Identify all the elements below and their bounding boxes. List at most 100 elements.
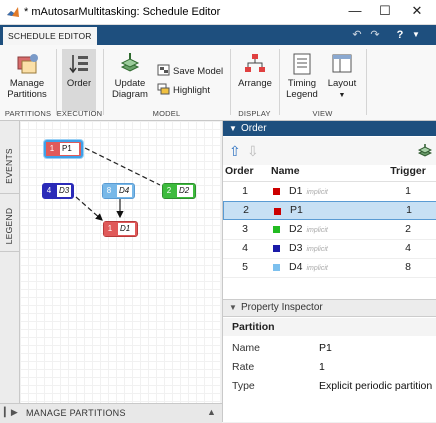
move-down-icon[interactable]: ⇩ <box>247 143 259 160</box>
rate-color-swatch <box>273 245 280 252</box>
rate-color-swatch <box>273 226 280 233</box>
arrange-icon <box>245 54 265 72</box>
rate-color-swatch <box>273 188 280 195</box>
property-inspector-header[interactable]: ▼ Property Inspector <box>223 299 436 317</box>
arrow-d2-p1 <box>84 147 161 186</box>
order-cell: 1 <box>242 185 248 197</box>
timing-legend-icon <box>293 53 311 75</box>
highlight-icon <box>157 83 170 95</box>
order-cell: 4 <box>242 242 248 254</box>
collapse-left-icon[interactable]: ▎▶ <box>4 407 18 418</box>
manage-partitions-icon <box>17 54 38 74</box>
order-panel-header[interactable]: ▼ Order <box>223 121 436 136</box>
save-model-button[interactable]: Save Model <box>157 64 223 78</box>
trigger-cell: 2 <box>405 223 411 235</box>
trigger-cell: 1 <box>405 185 411 197</box>
order-button[interactable]: Order <box>62 49 96 111</box>
redo-icon[interactable]: ↷ <box>368 28 382 42</box>
manage-partitions-button[interactable]: Manage Partitions <box>4 53 50 100</box>
property-category: Partition <box>223 318 436 336</box>
order-icon <box>69 55 88 74</box>
save-model-icon <box>157 64 170 76</box>
order-table-row[interactable]: 4 D3 implicit 4 <box>223 239 436 259</box>
layout-dropdown-icon: ▼ <box>338 92 346 99</box>
order-cell: 3 <box>242 223 248 235</box>
rate-color-swatch <box>273 264 280 271</box>
name-cell: D3 implicit <box>289 239 328 259</box>
order-cell: 2 <box>243 204 249 216</box>
implicit-tag: implicit <box>306 246 328 253</box>
column-order[interactable]: Order <box>225 165 257 177</box>
group-label-model: MODEL <box>152 109 181 118</box>
toolstrip-tabs: SCHEDULE EDITOR ↶ ↷ ? ▼ <box>0 25 436 45</box>
trigger-cell: 4 <box>405 242 411 254</box>
collapse-triangle-icon: ▼ <box>229 303 237 312</box>
window-title: * mAutosarMultitasking: Schedule Editor <box>24 6 221 18</box>
manage-partitions-label[interactable]: MANAGE PARTITIONS <box>26 408 126 418</box>
order-table-row[interactable]: 3 D2 implicit 2 <box>223 220 436 240</box>
property-row-type: Type Explicit periodic partition <box>232 380 433 392</box>
close-icon[interactable]: ✕ <box>402 0 432 24</box>
partition-name: D1 <box>289 185 303 197</box>
maximize-icon[interactable]: ☐ <box>370 0 400 24</box>
schedule-canvas[interactable]: 1 P1 4 D3 8 D4 2 D2 1 D1 <box>20 121 221 403</box>
title-bar: * mAutosarMultitasking: Schedule Editor … <box>0 0 436 25</box>
order-table-row[interactable]: 1 D1 implicit 1 <box>223 182 436 202</box>
partition-block-d4[interactable]: 8 D4 <box>102 183 135 199</box>
group-label-view: VIEW <box>312 109 333 118</box>
property-row-rate: Rate 1 <box>232 361 325 373</box>
help-icon[interactable]: ? <box>392 28 408 42</box>
tab-legend[interactable]: LEGEND <box>0 203 19 252</box>
name-cell: D1 implicit <box>289 182 328 202</box>
name-cell: D4 implicit <box>289 258 328 278</box>
layout-icon <box>332 54 352 73</box>
partition-name: D2 <box>289 223 303 235</box>
side-tabs: EVENTS LEGEND <box>0 121 20 421</box>
update-diagram-button[interactable]: Update Diagram <box>108 53 152 100</box>
trigger-cell: 8 <box>405 261 411 273</box>
collapse-triangle-icon: ▼ <box>229 124 237 133</box>
order-table-row[interactable]: 5 D4 implicit 8 <box>223 258 436 278</box>
stack-icon[interactable] <box>418 144 432 158</box>
highlight-button[interactable]: Highlight <box>157 83 210 97</box>
partition-block-d1[interactable]: 1 D1 <box>103 221 138 237</box>
help-dropdown-icon[interactable]: ▼ <box>410 28 422 42</box>
order-table-row[interactable]: 2 P1 1 <box>223 201 436 220</box>
manage-partitions-bar: ▎▶ MANAGE PARTITIONS ▲ <box>0 403 222 423</box>
name-cell: P1 <box>290 202 303 219</box>
name-cell: D2 implicit <box>289 220 328 240</box>
trigger-cell: 1 <box>406 204 412 216</box>
group-label-display: DISPLAY <box>238 109 271 118</box>
partition-block-d3[interactable]: 4 D3 <box>42 183 74 199</box>
undo-icon[interactable]: ↶ <box>350 28 364 42</box>
partition-block-p1[interactable]: 1 P1 <box>44 140 83 158</box>
column-trigger[interactable]: Trigger <box>389 165 427 177</box>
order-cell: 5 <box>242 261 248 273</box>
rate-color-swatch <box>274 208 281 215</box>
partition-name: P1 <box>290 204 303 216</box>
order-toolbar: ⇧ ⇩ <box>223 137 436 165</box>
group-label-execution: EXECUTION <box>56 109 103 118</box>
right-panel: ▼ Order ⇧ ⇩ Order Name Trigger 1 D1 implic… <box>222 121 436 422</box>
arrow-d3-d1 <box>75 196 103 221</box>
move-up-icon[interactable]: ⇧ <box>229 143 241 160</box>
expand-up-icon[interactable]: ▲ <box>207 407 216 417</box>
implicit-tag: implicit <box>306 189 328 196</box>
layout-button[interactable]: Layout ▼ <box>324 53 360 101</box>
minimize-icon[interactable]: — <box>340 0 370 24</box>
column-name[interactable]: Name <box>271 165 300 177</box>
partition-name: D3 <box>289 242 303 254</box>
order-table-header: Order Name Trigger <box>223 165 436 182</box>
ribbon-group-labels: PARTITIONS EXECUTION MODEL DISPLAY VIEW <box>0 109 436 120</box>
tab-events[interactable]: EVENTS <box>0 141 19 194</box>
ribbon: Manage Partitions Order Update Diagram S… <box>0 45 436 121</box>
dependency-arrows <box>75 147 161 221</box>
partition-name: D4 <box>289 261 303 273</box>
update-diagram-icon <box>120 53 140 72</box>
implicit-tag: implicit <box>306 265 328 272</box>
timing-legend-button[interactable]: Timing Legend <box>284 53 320 100</box>
matlab-app-icon <box>7 7 19 17</box>
arrange-button[interactable]: Arrange <box>236 53 274 89</box>
partition-block-d2[interactable]: 2 D2 <box>162 183 196 199</box>
tab-schedule-editor[interactable]: SCHEDULE EDITOR <box>3 27 97 45</box>
